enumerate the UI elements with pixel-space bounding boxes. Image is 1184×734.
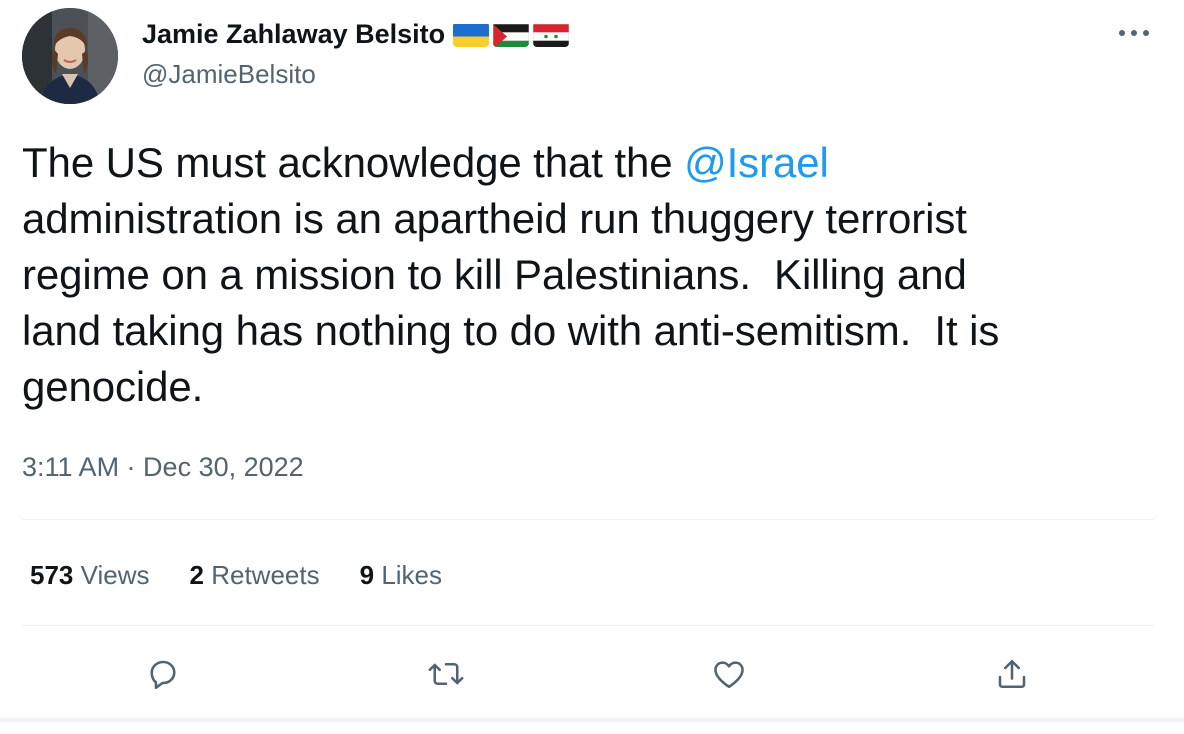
- tweet-stats: 573 Views 2 Retweets 9 Likes: [30, 556, 442, 594]
- action-bar: [0, 652, 1184, 696]
- divider-bottom: [22, 625, 1154, 626]
- retweet-icon: [428, 662, 464, 686]
- views-label: Views: [80, 560, 150, 590]
- author-name-text: Jamie Zahlaway Belsito: [142, 19, 446, 49]
- divider-top: [22, 519, 1154, 520]
- mention-link[interactable]: @Israel: [684, 139, 829, 186]
- tweet-timestamp[interactable]: 3:11 AM · Dec 30, 2022: [22, 448, 304, 486]
- author-name[interactable]: Jamie Zahlaway Belsito: [142, 16, 570, 52]
- author-handle[interactable]: @JamieBelsito: [142, 56, 316, 92]
- views-stat[interactable]: 573 Views: [30, 556, 150, 594]
- bottom-border: [0, 718, 1184, 722]
- tweet-text-before: The US must acknowledge that the: [22, 139, 685, 186]
- like-icon: [714, 661, 744, 689]
- flag-emojis: [453, 22, 570, 47]
- share-icon: [998, 659, 1026, 689]
- avatar-photo: [22, 8, 118, 104]
- tweet-card: Jamie Zahlaway Belsito @JamieBelsito The…: [0, 0, 1184, 734]
- more-dots-icon: [1119, 30, 1149, 36]
- tweet-text: The US must acknowledge that the @Israel…: [22, 135, 1162, 415]
- like-button[interactable]: [707, 652, 751, 696]
- retweet-button[interactable]: [424, 652, 468, 696]
- tweet-text-after: administration is an apartheid run thugg…: [22, 195, 1000, 410]
- likes-label: Likes: [381, 560, 443, 590]
- retweets-count: 2: [189, 560, 204, 590]
- avatar[interactable]: [22, 8, 118, 104]
- palestine-flag-icon: [493, 22, 530, 47]
- syria-flag-icon: [533, 22, 570, 47]
- views-count: 573: [30, 560, 74, 590]
- ukraine-flag-icon: [453, 22, 490, 47]
- likes-count: 9: [359, 560, 375, 590]
- reply-icon: [150, 660, 176, 690]
- likes-stat[interactable]: 9 Likes: [360, 556, 442, 594]
- more-options-button[interactable]: [1112, 18, 1156, 48]
- retweets-stat[interactable]: 2 Retweets: [190, 556, 320, 594]
- reply-button[interactable]: [141, 652, 185, 696]
- share-button[interactable]: [990, 652, 1034, 696]
- retweets-label: Retweets: [211, 560, 320, 590]
